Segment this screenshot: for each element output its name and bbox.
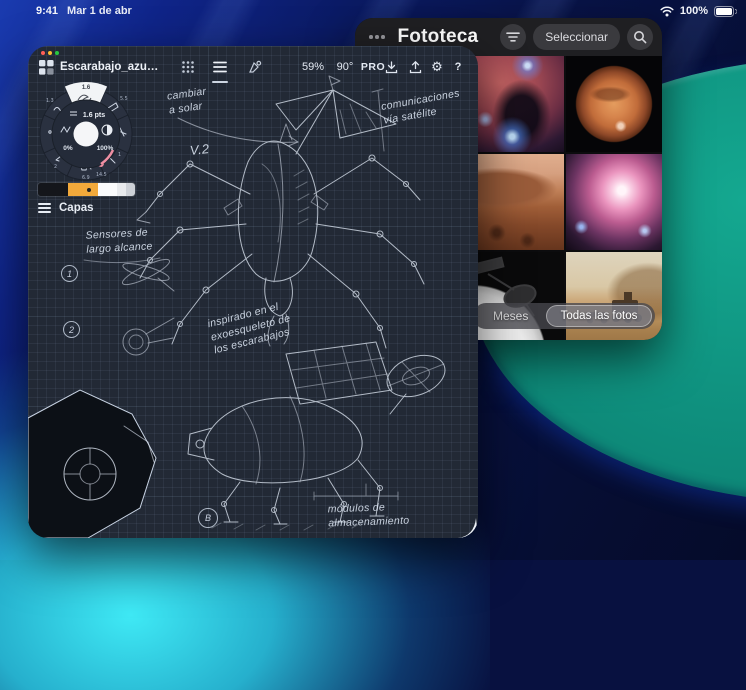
sketch-marker-2: 2 xyxy=(63,321,80,338)
gear-icon: ⚙ xyxy=(431,59,443,75)
layers-button[interactable]: Capas xyxy=(38,202,94,214)
wave-size: 1.3 xyxy=(46,98,54,104)
layers-menu-button[interactable] xyxy=(210,54,230,80)
vector-tool-button[interactable] xyxy=(244,54,264,80)
battery-icon xyxy=(714,6,737,17)
rotation-value[interactable]: 90° xyxy=(330,54,360,80)
wheel-center-button[interactable] xyxy=(74,122,99,147)
wifi-icon xyxy=(660,6,674,17)
annotation-storage: módulos de almacenamiento xyxy=(328,501,410,531)
clock: 9:41 xyxy=(36,5,58,17)
tool-wheel[interactable]: 1.6 5.5 1 14.5 6.9 2 1.3 1.6 pts xyxy=(28,76,144,192)
eraser-size: 14.5 xyxy=(96,172,107,178)
grid-dots-icon xyxy=(182,61,194,73)
status-bar: 9:41 Mar 1 de abr 100% xyxy=(0,0,746,24)
marker-size: 5.5 xyxy=(120,96,128,102)
liner-size: 1 xyxy=(118,152,121,158)
photo-thumbnail-mars-surface[interactable] xyxy=(468,154,564,250)
annotation-version: V.2 xyxy=(189,141,210,160)
tab-months[interactable]: Meses xyxy=(493,309,528,323)
sketch-marker-b: B xyxy=(198,508,218,528)
import-button[interactable] xyxy=(380,54,402,80)
window-controls-icon[interactable] xyxy=(364,31,390,43)
import-icon xyxy=(385,61,398,74)
pencil-size: 2 xyxy=(54,164,57,170)
date: Mar 1 de abr xyxy=(67,5,132,17)
active-tool-size: 1.6 xyxy=(82,85,91,91)
photos-filter-bar: Meses Todas las fotos xyxy=(473,303,655,329)
photo-thumbnail-orion-nebula[interactable] xyxy=(566,154,662,250)
page-curl[interactable] xyxy=(458,518,478,538)
photo-thumbnail-mars-planet[interactable] xyxy=(566,56,662,152)
zoom-level[interactable]: 59% xyxy=(298,54,328,80)
photo-thumbnail-horsehead-nebula[interactable] xyxy=(468,56,564,152)
drawing-app-window: Escarabajo_azu… xyxy=(28,46,478,538)
opacity-min-label: 0% xyxy=(63,145,73,152)
opacity-max-label: 100% xyxy=(97,145,114,152)
svg-text:1.6 pts: 1.6 pts xyxy=(83,112,105,119)
search-icon xyxy=(633,30,647,44)
settings-button[interactable]: ⚙ xyxy=(426,54,448,80)
photos-window-title: Fototeca xyxy=(398,26,479,48)
annotation-sensors: Sensores de largo alcance xyxy=(85,226,153,257)
annotation-solar: cambiar a solar xyxy=(166,85,209,118)
export-button[interactable] xyxy=(404,54,426,80)
select-button[interactable]: Seleccionar xyxy=(533,24,620,50)
tab-all-photos[interactable]: Todas las fotos xyxy=(546,305,652,327)
gallery-icon xyxy=(39,60,54,75)
precision-grid-button[interactable] xyxy=(178,54,198,80)
filter-icon xyxy=(506,31,520,43)
help-button[interactable]: ? xyxy=(448,54,468,80)
active-tab-underline xyxy=(212,81,228,83)
fill-size: 6.9 xyxy=(82,175,90,181)
menu-lines-icon xyxy=(213,61,227,73)
pen-nib-icon xyxy=(247,60,262,75)
share-icon xyxy=(409,61,422,74)
filter-button[interactable] xyxy=(500,24,526,50)
sketch-marker-1: 1 xyxy=(61,265,78,282)
layers-label: Capas xyxy=(59,202,94,214)
layers-icon xyxy=(38,203,51,213)
battery-percent: 100% xyxy=(680,5,708,17)
search-button[interactable] xyxy=(627,24,653,50)
